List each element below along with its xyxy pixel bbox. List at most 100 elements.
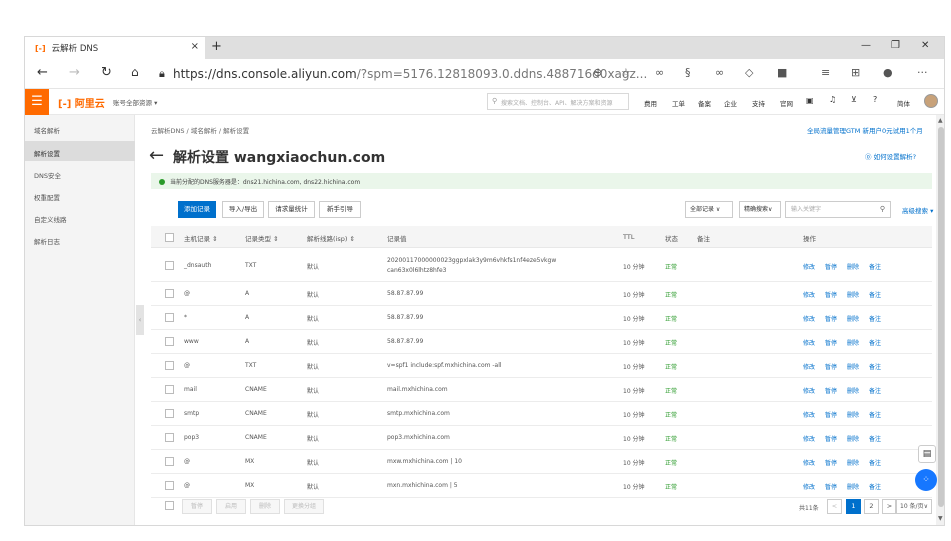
- resource-selector[interactable]: 账号全部资源 ▾: [113, 97, 157, 107]
- remark-link[interactable]: 备注: [869, 314, 881, 323]
- edit-link[interactable]: 修改: [803, 410, 815, 419]
- remark-link[interactable]: 备注: [869, 362, 881, 371]
- enable-button[interactable]: 启用: [216, 499, 246, 514]
- pause-link[interactable]: 暂停: [825, 262, 837, 271]
- collections-icon[interactable]: ⊞: [851, 66, 860, 79]
- sidebar-collapse-handle[interactable]: ‹: [136, 305, 144, 335]
- remark-link[interactable]: 备注: [869, 410, 881, 419]
- delete-link[interactable]: 删除: [847, 262, 859, 271]
- favorite-star-icon[interactable]: ☆: [621, 66, 631, 79]
- remark-link[interactable]: 备注: [869, 290, 881, 299]
- bell-icon[interactable]: ♫: [829, 95, 836, 104]
- cart-icon[interactable]: ⊻: [851, 95, 857, 104]
- shield-icon[interactable]: ◇: [745, 66, 753, 79]
- row-checkbox[interactable]: [165, 385, 174, 394]
- edit-link[interactable]: 修改: [803, 338, 815, 347]
- forward-arrow-icon[interactable]: →: [69, 65, 80, 80]
- back-arrow-icon[interactable]: ←: [37, 65, 48, 80]
- sidebar-item-resolve-settings[interactable]: 解析设置: [34, 148, 60, 158]
- apps-grid-icon[interactable]: ⁘: [915, 469, 937, 491]
- pause-link[interactable]: 暂停: [825, 314, 837, 323]
- scrollbar-thumb[interactable]: [938, 127, 944, 507]
- profile-icon[interactable]: ●: [883, 66, 893, 79]
- row-checkbox[interactable]: [165, 409, 174, 418]
- row-checkbox[interactable]: [165, 433, 174, 442]
- browser-tab[interactable]: [-] 云解析 DNS ×: [25, 37, 205, 59]
- sidebar-item-dns-security[interactable]: DNS安全: [34, 170, 61, 180]
- more-menu-icon[interactable]: ···: [917, 66, 928, 79]
- remark-link[interactable]: 备注: [869, 386, 881, 395]
- delete-link[interactable]: 删除: [847, 434, 859, 443]
- delete-link[interactable]: 删除: [847, 482, 859, 491]
- language-switch[interactable]: 简体: [897, 98, 910, 108]
- delete-link[interactable]: 删除: [847, 362, 859, 371]
- col-type[interactable]: 记录类型 ⇕: [245, 233, 279, 243]
- new-tab-button[interactable]: +: [211, 39, 222, 54]
- page-1-button[interactable]: 1: [846, 499, 861, 514]
- extension-icon-3[interactable]: ∞: [715, 66, 724, 79]
- remark-link[interactable]: 备注: [869, 262, 881, 271]
- scroll-up-icon[interactable]: ▲: [938, 117, 943, 124]
- zoom-icon[interactable]: ⊖: [593, 66, 602, 79]
- pause-button[interactable]: 暂停: [182, 499, 212, 514]
- select-all-checkbox[interactable]: [165, 233, 174, 242]
- pause-link[interactable]: 暂停: [825, 386, 837, 395]
- exact-search-select[interactable]: 精确搜索∨: [739, 201, 781, 218]
- row-checkbox[interactable]: [165, 337, 174, 346]
- terminal-icon[interactable]: ▣: [806, 96, 814, 105]
- feedback-icon[interactable]: ▤: [918, 445, 936, 463]
- help-icon[interactable]: ?: [873, 95, 877, 104]
- edit-link[interactable]: 修改: [803, 314, 815, 323]
- row-checkbox[interactable]: [165, 481, 174, 490]
- console-search-input[interactable]: ⚲ 搜索文档、控制台、API、解决方案和资源: [487, 93, 629, 110]
- delete-link[interactable]: 删除: [847, 386, 859, 395]
- footer-select-checkbox[interactable]: [165, 501, 174, 510]
- delete-link[interactable]: 删除: [847, 338, 859, 347]
- remark-link[interactable]: 备注: [869, 458, 881, 467]
- remark-link[interactable]: 备注: [869, 338, 881, 347]
- breadcrumb[interactable]: 云解析DNS / 域名解析 / 解析设置: [151, 125, 249, 135]
- remark-link[interactable]: 备注: [869, 434, 881, 443]
- edit-link[interactable]: 修改: [803, 458, 815, 467]
- nav-support[interactable]: 支持: [752, 98, 765, 108]
- aliyun-brand-logo[interactable]: [-] 阿里云: [58, 95, 105, 110]
- refresh-icon[interactable]: ↻: [101, 65, 112, 80]
- prev-page-button[interactable]: <: [827, 499, 842, 514]
- extension-icon[interactable]: ∞: [655, 66, 664, 79]
- edit-link[interactable]: 修改: [803, 386, 815, 395]
- page-scrollbar[interactable]: ▲ ▼: [936, 115, 944, 525]
- page-2-button[interactable]: 2: [864, 499, 879, 514]
- record-filter-select[interactable]: 全部记录 ∨: [685, 201, 733, 218]
- sidebar-item-weight[interactable]: 权重配置: [34, 192, 60, 202]
- help-link[interactable]: ⓪ 如何设置解析?: [865, 151, 916, 161]
- pause-link[interactable]: 暂停: [825, 458, 837, 467]
- row-checkbox[interactable]: [165, 457, 174, 466]
- change-group-button[interactable]: 更换分组: [284, 499, 324, 514]
- page-size-select[interactable]: 10 条/页∨: [895, 499, 932, 514]
- add-record-button[interactable]: 添加记录: [178, 201, 216, 218]
- edit-link[interactable]: 修改: [803, 482, 815, 491]
- home-icon[interactable]: ⌂: [131, 65, 139, 79]
- nav-enterprise[interactable]: 企业: [724, 98, 737, 108]
- delete-link[interactable]: 删除: [847, 314, 859, 323]
- user-avatar[interactable]: [924, 94, 938, 108]
- sidebar-item-log[interactable]: 解析日志: [34, 236, 60, 246]
- edit-link[interactable]: 修改: [803, 434, 815, 443]
- keyword-search-input[interactable]: 输入关键字 ⚲: [785, 201, 891, 218]
- nav-ticket[interactable]: 工单: [672, 98, 685, 108]
- row-checkbox[interactable]: [165, 289, 174, 298]
- minimize-button[interactable]: —: [861, 40, 871, 51]
- guide-button[interactable]: 新手引导: [319, 201, 361, 218]
- sidebar-item-custom-line[interactable]: 自定义线路: [34, 214, 67, 224]
- pause-link[interactable]: 暂停: [825, 482, 837, 491]
- nav-official[interactable]: 官网: [780, 98, 793, 108]
- edit-link[interactable]: 修改: [803, 290, 815, 299]
- gtm-promo-link[interactable]: 全局流量管理GTM 新用户0元试用1个月: [807, 125, 923, 135]
- row-checkbox[interactable]: [165, 261, 174, 270]
- col-host[interactable]: 主机记录 ⇕: [184, 233, 218, 243]
- pause-link[interactable]: 暂停: [825, 434, 837, 443]
- app-icon[interactable]: ■: [777, 66, 787, 79]
- import-export-button[interactable]: 导入/导出: [222, 201, 264, 218]
- extension-icon-2[interactable]: §: [685, 66, 691, 79]
- pause-link[interactable]: 暂停: [825, 290, 837, 299]
